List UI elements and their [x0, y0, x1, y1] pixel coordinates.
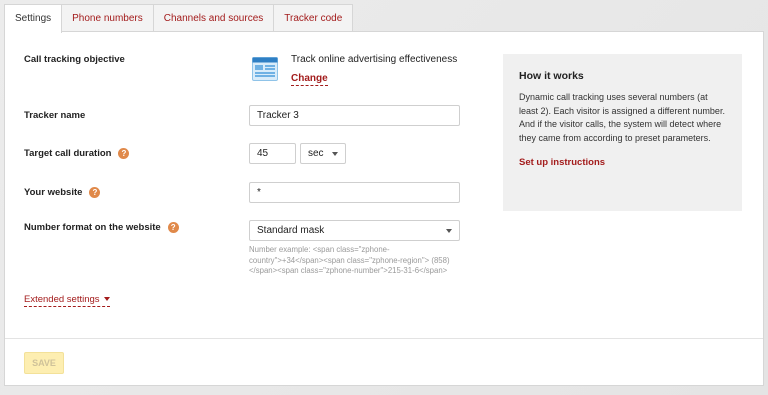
tracker-name-input[interactable]: Tracker 3: [249, 105, 460, 126]
number-format-select[interactable]: Standard mask: [249, 220, 460, 241]
duration-unit-value: sec: [308, 148, 324, 159]
save-button[interactable]: SAVE: [24, 352, 64, 374]
chevron-down-icon: [446, 229, 452, 233]
settings-panel: Call tracking objective Track online adv…: [4, 31, 764, 386]
number-format-value: Standard mask: [257, 225, 325, 236]
browser-window-icon: [252, 57, 278, 81]
tab-bar: Settings Phone numbers Channels and sour…: [4, 4, 354, 33]
tracker-name-label: Tracker name: [24, 110, 85, 121]
help-icon[interactable]: ?: [167, 222, 179, 233]
target-duration-input[interactable]: 45: [249, 143, 296, 164]
help-icon[interactable]: ?: [89, 187, 101, 198]
objective-value: Track online advertising effectiveness: [291, 54, 458, 65]
number-format-hint: Number example: <span class="zphone-coun…: [249, 245, 450, 275]
tab-channels-and-sources[interactable]: Channels and sources: [153, 4, 275, 32]
tab-phone-numbers[interactable]: Phone numbers: [62, 4, 154, 32]
divider: [5, 338, 763, 339]
website-label-text: Your website: [24, 187, 83, 198]
how-it-works-text-2: And if the visitor calls, the system wil…: [519, 119, 722, 143]
tab-tracker-code[interactable]: Tracker code: [274, 4, 354, 32]
tab-settings[interactable]: Settings: [4, 4, 63, 33]
target-duration-label: Target call duration ?: [24, 148, 130, 159]
help-icon[interactable]: ?: [118, 148, 130, 159]
how-it-works-box: How it works Dynamic call tracking uses …: [503, 54, 742, 211]
how-it-works-text-1: Dynamic call tracking uses several numbe…: [519, 92, 725, 116]
extended-settings-toggle[interactable]: Extended settings: [24, 294, 110, 307]
chevron-down-icon: [332, 152, 338, 156]
extended-settings-label: Extended settings: [24, 294, 100, 305]
change-objective-link[interactable]: Change: [291, 73, 328, 86]
duration-unit-select[interactable]: sec: [300, 143, 346, 164]
setup-instructions-link[interactable]: Set up instructions: [519, 157, 605, 168]
website-label: Your website ?: [24, 187, 101, 198]
website-input[interactable]: *: [249, 182, 460, 203]
caret-down-icon: [103, 297, 110, 302]
how-it-works-title: How it works: [519, 70, 584, 82]
number-format-label: Number format on the website ?: [24, 222, 179, 233]
objective-label-text: Call tracking objective: [24, 54, 125, 65]
target-duration-label-text: Target call duration: [24, 148, 112, 159]
number-format-label-text: Number format on the website: [24, 222, 161, 233]
objective-label: Call tracking objective: [24, 54, 125, 65]
tracker-name-label-text: Tracker name: [24, 110, 86, 121]
